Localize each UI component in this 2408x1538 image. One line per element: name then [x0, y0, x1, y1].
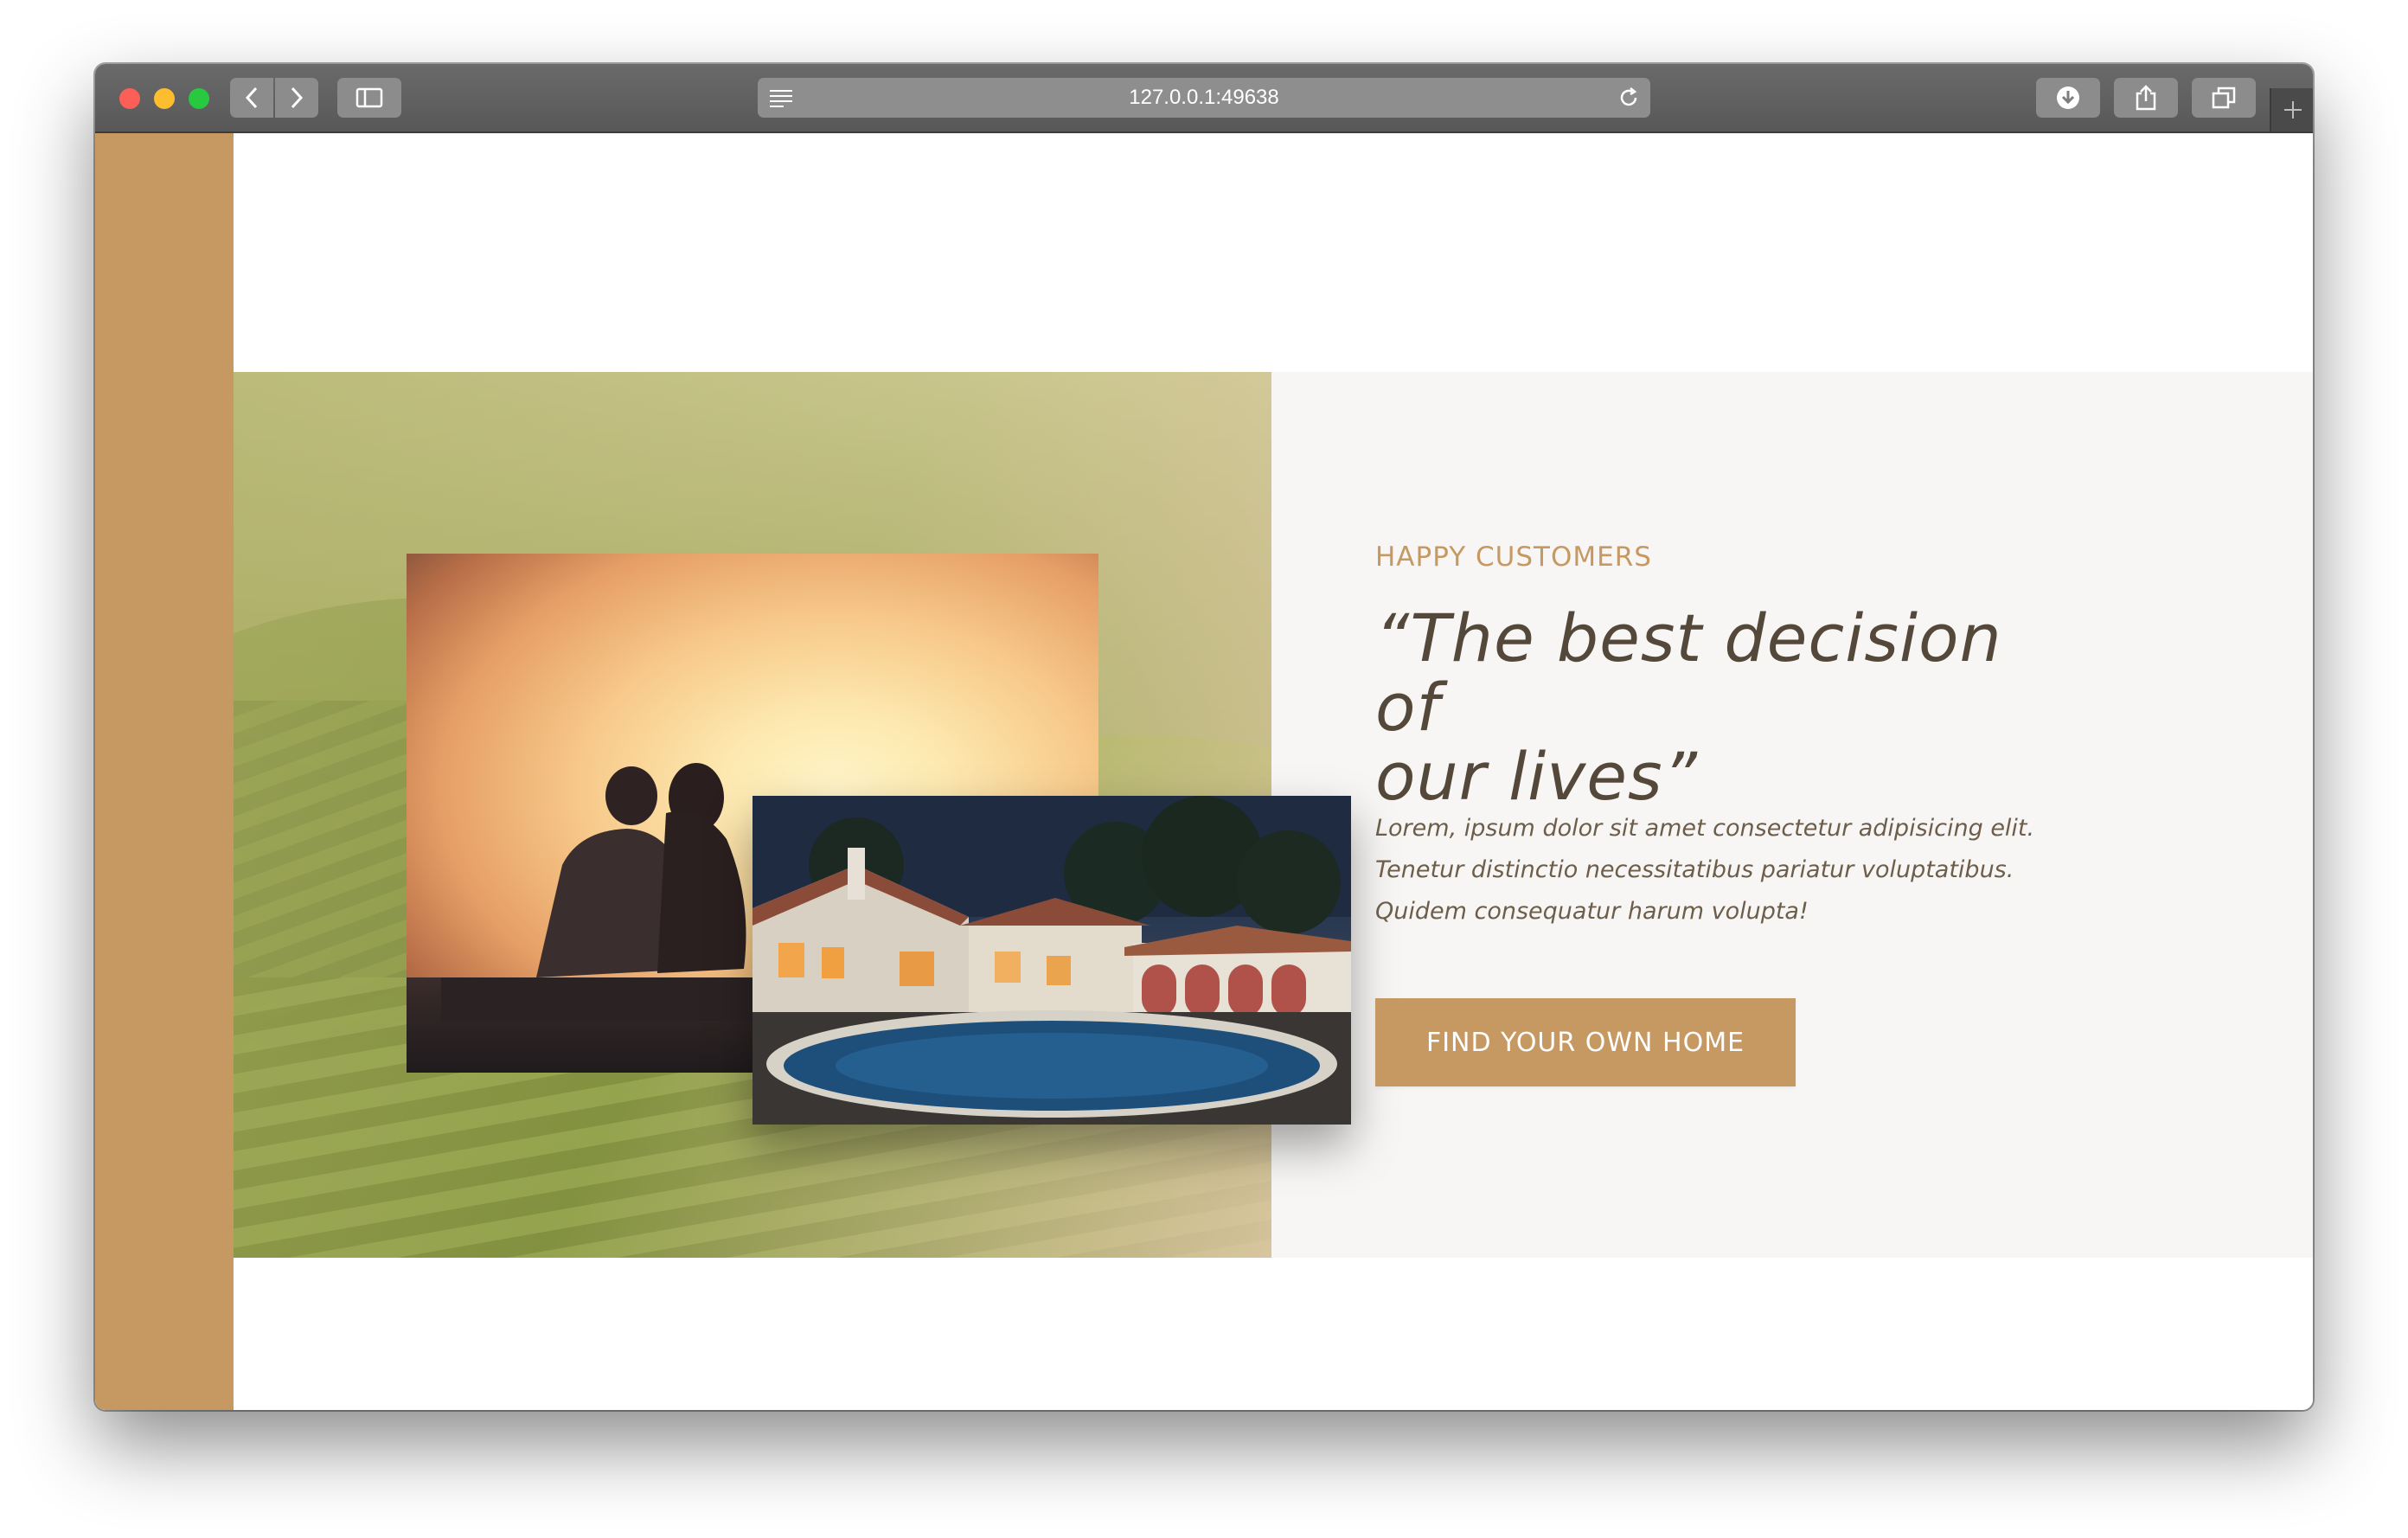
- back-button[interactable]: [230, 78, 273, 118]
- url-text[interactable]: 127.0.0.1:49638: [758, 78, 1650, 118]
- show-tabs-button[interactable]: [2192, 78, 2256, 118]
- zoom-window-button[interactable]: [189, 88, 209, 109]
- share-button[interactable]: [2114, 78, 2178, 118]
- downloads-button[interactable]: [2036, 78, 2100, 118]
- sidebar: [95, 133, 234, 1410]
- paragraph-line-3: Quidem consequatur harum volupta!: [1375, 898, 1809, 925]
- sidebar-icon: [355, 87, 383, 108]
- minimize-window-button[interactable]: [154, 88, 175, 109]
- testimonial-text-column: HAPPY CUSTOMERS “The best decision of ou…: [1375, 372, 2154, 1258]
- testimonial-quote: “The best decision of our lives”: [1375, 604, 2085, 811]
- couple-silhouette: [441, 763, 804, 1021]
- reload-icon[interactable]: [1617, 87, 1640, 109]
- chevron-left-icon: [245, 87, 258, 109]
- plus-icon: [2284, 101, 2302, 119]
- paragraph-line-2: Tenetur distinctio necessitatibus pariat…: [1375, 856, 2014, 883]
- find-your-own-home-button[interactable]: FIND YOUR OWN HOME: [1375, 998, 1796, 1086]
- forward-button[interactable]: [275, 78, 318, 118]
- section-subheading: HAPPY CUSTOMERS: [1375, 542, 1652, 573]
- download-icon: [2057, 87, 2079, 109]
- villa-pool-photo: [752, 796, 1351, 1125]
- sidebar-toggle-button[interactable]: [337, 78, 401, 118]
- chevron-right-icon: [291, 87, 304, 109]
- villa-illustration: [752, 796, 1351, 1125]
- new-tab-button[interactable]: [2270, 88, 2313, 131]
- close-window-button[interactable]: [119, 88, 140, 109]
- paragraph-line-1: Lorem, ipsum dolor sit amet consectetur …: [1375, 815, 2035, 842]
- browser-window: 127.0.0.1:49638 HAPPY CUSTOMERS “The bes…: [95, 64, 2313, 1410]
- testimonial-section: HAPPY CUSTOMERS “The best decision of ou…: [234, 372, 2313, 1258]
- testimonial-paragraph: Lorem, ipsum dolor sit amet consectetur …: [1375, 808, 2050, 932]
- address-bar[interactable]: 127.0.0.1:49638: [758, 78, 1650, 118]
- quote-line-2: our lives”: [1375, 738, 1699, 815]
- tabs-icon: [2212, 87, 2236, 109]
- share-icon: [2136, 85, 2156, 111]
- quote-line-1: “The best decision of: [1375, 599, 2002, 746]
- page-content: HAPPY CUSTOMERS “The best decision of ou…: [95, 133, 2313, 1410]
- browser-toolbar: 127.0.0.1:49638: [95, 64, 2313, 133]
